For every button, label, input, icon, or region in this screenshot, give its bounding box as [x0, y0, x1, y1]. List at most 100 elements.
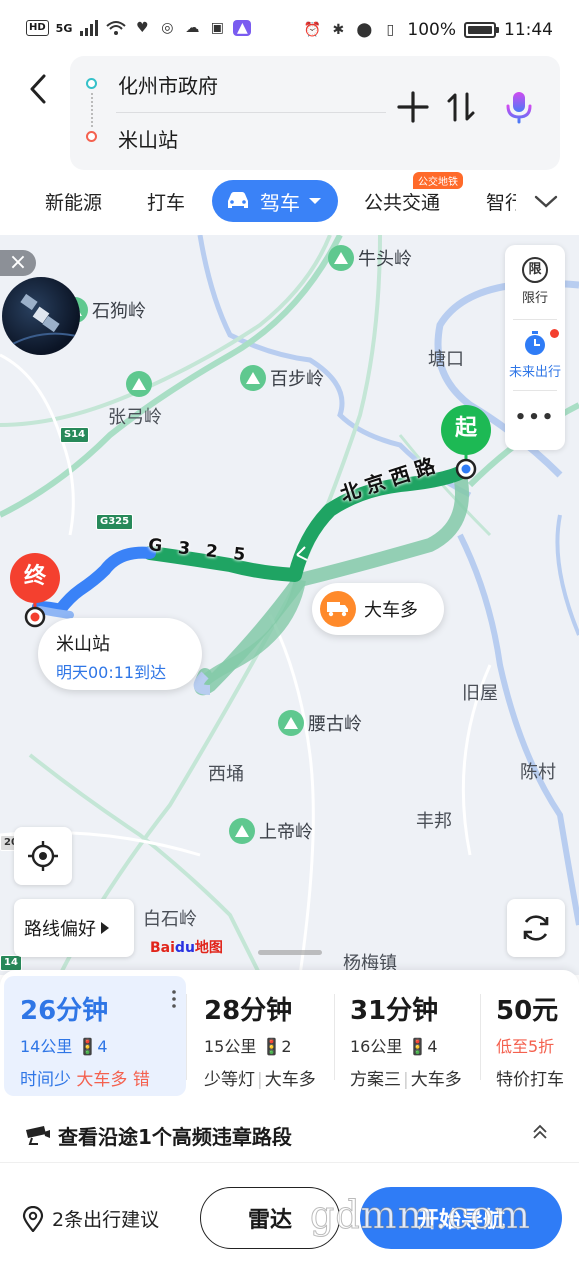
- arrival-time: 明天00:11到达: [56, 663, 167, 682]
- mountain-icon: [229, 818, 255, 844]
- satellite-layer-button[interactable]: [2, 277, 80, 355]
- tab-new-energy[interactable]: 新能源: [45, 190, 102, 216]
- clock: 11:44: [504, 20, 553, 40]
- tab-drive[interactable]: 驾车: [212, 180, 338, 222]
- place-zhanggongling: 张弓岭: [108, 407, 162, 428]
- mountain-icon: [278, 710, 304, 736]
- vibrate-icon: ▯: [386, 22, 395, 38]
- route-time: 26分钟: [20, 996, 109, 1026]
- route-tags: 时间少 大车多 错: [20, 1070, 150, 1090]
- destination-callout[interactable]: 米山站 明天00:11到达: [38, 618, 202, 690]
- alarm-icon: ⏰: [303, 22, 322, 38]
- end-marker[interactable]: 终: [10, 553, 60, 628]
- route-sheet: 26分钟 14公里 🚦4 时间少 大车多 错 28分钟 15公里 🚦2 少等灯 |…: [0, 950, 579, 1280]
- chevron-down-icon[interactable]: [534, 192, 558, 210]
- tab-drive-label: 驾车: [260, 190, 300, 215]
- route-connector: [91, 93, 93, 127]
- poi-zhanggong-icon[interactable]: [126, 371, 152, 397]
- baidu-logo: Baidu地图: [150, 940, 223, 956]
- future-travel-button[interactable]: 未来出行: [505, 329, 565, 380]
- restrict-button[interactable]: 限 限行: [505, 257, 565, 306]
- tab-smart[interactable]: 智行: [486, 190, 516, 216]
- back-arrow-icon[interactable]: [22, 72, 56, 106]
- satellite-icon: [6, 293, 80, 348]
- status-bar: HD 5G ♥ ◎ ☁ ▣ ▲ ⏰ ✱ ⬤ ▯ 100% 11:44: [0, 0, 579, 60]
- poi-shangdiling[interactable]: 上帝岭: [229, 818, 313, 844]
- mountain-icon: [328, 245, 354, 271]
- mountain-icon: [240, 365, 266, 391]
- signal-icon: [80, 20, 99, 36]
- panel-divider: [513, 319, 557, 320]
- origin-dot: [86, 78, 97, 89]
- app-icon-1: ♥: [136, 20, 149, 36]
- place-xiyong: 西埇: [208, 764, 244, 785]
- sheet-handle[interactable]: [258, 950, 322, 955]
- taxi-price: 50元: [496, 996, 559, 1026]
- app-icon-2: ◎: [161, 20, 174, 36]
- route-tags: 方案三 | 大车多: [350, 1070, 462, 1090]
- add-stop-icon[interactable]: [396, 90, 430, 124]
- field-divider: [116, 112, 386, 113]
- poi-yaoguling[interactable]: 腰古岭: [278, 710, 362, 736]
- road-sign-s14-bottom: 14: [0, 955, 22, 971]
- crosshair-icon: [28, 841, 58, 871]
- route-meta: 14公里 🚦4: [20, 1037, 108, 1056]
- location-pin-icon: [22, 1205, 44, 1232]
- traffic-light-icon: 🚦: [77, 1037, 98, 1056]
- tab-taxi[interactable]: 打车: [147, 190, 185, 216]
- violation-notice[interactable]: 查看沿途1个高频违章路段: [0, 1110, 579, 1160]
- destination-field[interactable]: 米山站: [118, 124, 178, 153]
- place-baishiling: 白石岭: [143, 909, 197, 930]
- route-time: 31分钟: [350, 996, 439, 1026]
- more-tools-button[interactable]: •••: [505, 407, 565, 428]
- route-tags: 少等灯 | 大车多: [204, 1070, 316, 1090]
- refresh-icon: [523, 915, 549, 941]
- mountain-icon: [126, 371, 152, 397]
- stopwatch-icon: [525, 331, 545, 355]
- chevron-up-icon[interactable]: [531, 1123, 549, 1141]
- start-marker[interactable]: 起: [441, 405, 491, 480]
- travel-suggestions[interactable]: 2条出行建议: [22, 1205, 159, 1232]
- route-option-2[interactable]: 28分钟 15公里 🚦2 少等灯 | 大车多: [188, 976, 334, 1096]
- locate-button[interactable]: [14, 827, 72, 885]
- place-jiuwu: 旧屋: [462, 683, 498, 704]
- poi-niutouling[interactable]: 牛头岭: [328, 245, 412, 271]
- taxi-discount: 低至5折: [496, 1037, 555, 1056]
- tab-transit[interactable]: 公共交通: [364, 190, 440, 216]
- route-option-3[interactable]: 31分钟 16公里 🚦4 方案三 | 大车多: [334, 976, 482, 1096]
- route-options: 26分钟 14公里 🚦4 时间少 大车多 错 28分钟 15公里 🚦2 少等灯 |…: [0, 976, 579, 1096]
- location-icon: ⬤: [356, 22, 373, 38]
- start-pin-icon: [455, 451, 477, 480]
- battery-percent: 100%: [407, 20, 456, 40]
- traffic-light-icon: 🚦: [261, 1037, 282, 1056]
- status-right: ⏰ ✱ ⬤ ▯ 100% 11:44: [303, 20, 553, 40]
- battery-icon: [464, 22, 499, 38]
- route-input-box: 化州市政府 米山站: [70, 56, 560, 170]
- suggest-text: 2条出行建议: [52, 1209, 160, 1231]
- poi-bubuling[interactable]: 百步岭: [240, 365, 324, 391]
- refresh-button[interactable]: [507, 899, 565, 957]
- wifi-icon: [106, 21, 127, 35]
- traffic-tip-callout[interactable]: 大车多: [312, 583, 444, 635]
- road-sign-s14: S14: [60, 427, 90, 443]
- route-option-1[interactable]: 26分钟 14公里 🚦4 时间少 大车多 错: [4, 976, 186, 1096]
- route-preference-button[interactable]: 路线偏好: [14, 899, 134, 957]
- map-view[interactable]: 北京西路 G325 牛头岭 石狗岭 百步岭 张弓岭 塘口 旧屋 腰古岭 西埇 陈…: [0, 235, 579, 975]
- destination-dot: [86, 131, 97, 142]
- road-sign-g325: G325: [96, 514, 134, 530]
- kebab-menu-icon[interactable]: [172, 990, 176, 1008]
- transit-badge: 公交地铁: [413, 172, 463, 189]
- network-badge: 5G: [55, 21, 73, 35]
- close-layer-button[interactable]: ×: [0, 250, 36, 276]
- destination-callout-name: 米山站: [56, 634, 110, 655]
- route-option-taxi[interactable]: 50元 低至5折 特价打车: [480, 976, 579, 1096]
- car-icon: [228, 192, 248, 208]
- route-meta: 15公里 🚦2: [204, 1037, 292, 1056]
- place-tangkou: 塘口: [428, 349, 464, 370]
- voice-mic-icon[interactable]: [502, 90, 536, 124]
- truck-icon: [320, 591, 356, 627]
- origin-field[interactable]: 化州市政府: [118, 70, 218, 99]
- end-pin-icon: [24, 599, 46, 628]
- swap-icon[interactable]: [444, 90, 478, 124]
- route-divider: [334, 994, 335, 1080]
